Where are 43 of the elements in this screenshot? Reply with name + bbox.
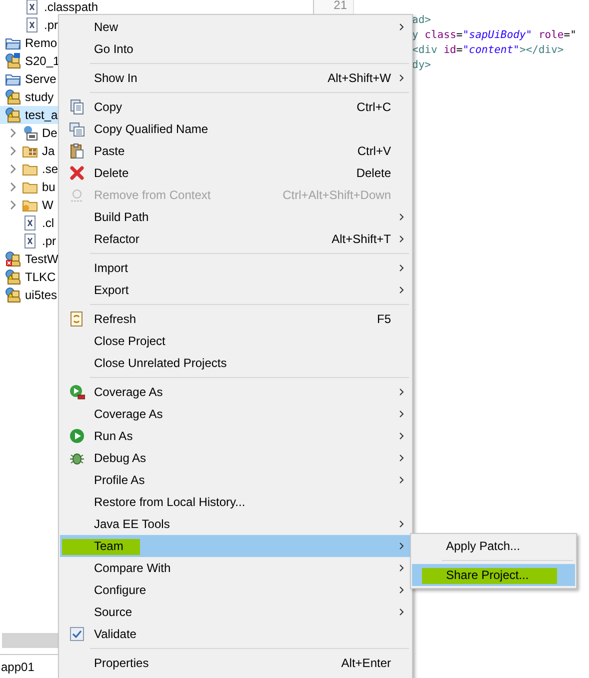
menu-item-label: Remove from Context <box>94 187 211 204</box>
menu-item-label: Coverage As <box>94 384 163 401</box>
code-line: dy> <box>412 58 432 73</box>
menu-item-label: Compare With <box>94 560 171 577</box>
menu-item-label: Close Project <box>94 333 166 350</box>
menu-item-label: Source <box>94 604 132 621</box>
shortcut-label: Ctrl+Alt+Shift+Down <box>282 187 391 204</box>
menu-item-label: Paste <box>94 143 125 160</box>
menu-item-label: Copy Qualified Name <box>94 121 208 138</box>
menu-item-label: Go Into <box>94 41 134 58</box>
menu-item-label: Configure <box>94 582 146 599</box>
menu-item-label: Export <box>94 282 129 299</box>
shortcut-label: Alt+Shift+W <box>328 70 391 87</box>
code-line: ad> <box>412 13 432 28</box>
shortcut-label: Alt+Enter <box>341 655 391 672</box>
line-number: 21 <box>334 0 347 13</box>
menu-item-label: Copy <box>94 99 122 116</box>
menu-item-label: Restore from Local History... <box>94 494 246 511</box>
menu-item-label: Validate <box>94 626 136 643</box>
menu-item-label: Profile As <box>94 472 145 489</box>
shortcut-label: Ctrl+C <box>356 99 391 116</box>
menu-item-label: Apply Patch... <box>446 538 520 555</box>
menu-item-label: Delete <box>94 165 129 182</box>
shortcut-label: Delete <box>356 165 391 182</box>
menu-item-label: Coverage As <box>94 406 163 423</box>
menu-item-label: Close Unrelated Projects <box>94 355 227 372</box>
menu-item-label: Show In <box>94 70 138 87</box>
menu-item-label: Java EE Tools <box>94 516 170 533</box>
menu-item-label: Build Path <box>94 209 149 226</box>
shortcut-label: F5 <box>376 311 391 328</box>
menu-item-label: Run As <box>94 428 133 445</box>
menu-item-label: Refresh <box>94 311 136 328</box>
code-line: y class="sapUiBody" role=" <box>412 28 578 43</box>
shortcut-label: Alt+Shift+T <box>332 231 391 248</box>
menu-item-label: Import <box>94 260 128 277</box>
code-line: <div id="content"></div> <box>412 43 565 58</box>
menu-item-label: Refactor <box>94 231 140 248</box>
menu-item-label: New <box>94 19 118 36</box>
menu-item-label: Debug As <box>94 450 146 467</box>
menu-item-label: Team <box>94 538 124 555</box>
shortcut-label: Ctrl+V <box>357 143 391 160</box>
menu-item-label: Properties <box>94 655 149 672</box>
menu-item-label: Share Project... <box>446 567 529 584</box>
